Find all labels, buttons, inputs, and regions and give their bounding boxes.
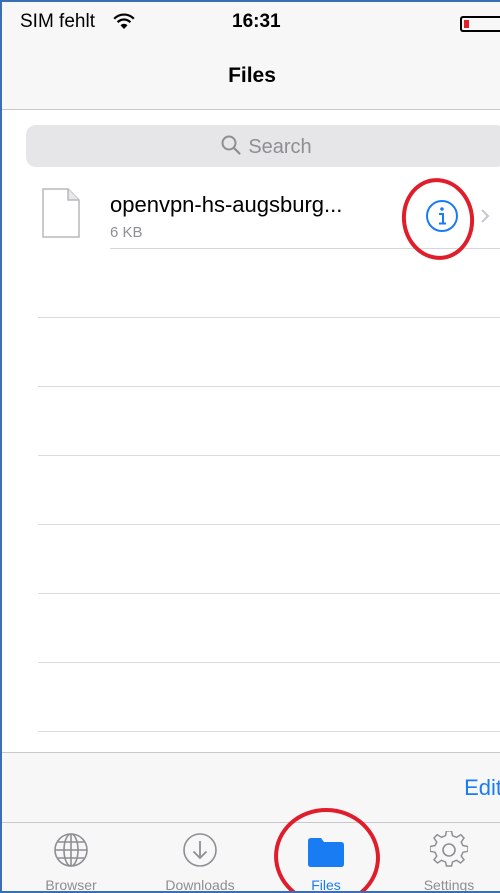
tab-settings[interactable]: Settings [394, 823, 500, 893]
tab-label: Settings [423, 877, 475, 893]
empty-row-separator [38, 455, 500, 456]
empty-row-separator [38, 662, 500, 663]
chevron-right-icon [481, 209, 490, 223]
globe-icon [54, 833, 88, 867]
tab-label: Browser [45, 877, 97, 893]
empty-row-separator [38, 593, 500, 594]
file-name: openvpn-hs-augsburg... [110, 192, 343, 217]
file-size: 6 KB [110, 224, 143, 241]
bottom-toolbar: Edit [2, 752, 500, 822]
navigation-bar: Files [2, 42, 500, 110]
page-title: Files [228, 64, 276, 87]
edit-button[interactable]: Edit [464, 775, 500, 801]
tab-label: Downloads [165, 877, 235, 893]
wifi-icon [113, 13, 135, 29]
empty-row-separator [38, 524, 500, 525]
search-placeholder: Search [248, 136, 312, 158]
status-bar: SIM fehlt 16:31 [2, 2, 500, 42]
gear-icon [430, 831, 468, 867]
download-icon [183, 833, 217, 867]
tab-downloads[interactable]: Downloads [145, 823, 255, 893]
search-icon [221, 135, 241, 155]
empty-row-separator [38, 386, 500, 387]
empty-row-separator [38, 317, 500, 318]
empty-row-separator [38, 731, 500, 732]
battery-icon [460, 16, 500, 32]
app-frame: SIM fehlt 16:31 Files Search openvpn-hs-… [0, 0, 500, 893]
tab-bar: Browser Downloads Files Settings [2, 822, 500, 893]
carrier-label: SIM fehlt [20, 11, 95, 32]
search-field[interactable]: Search [26, 125, 500, 167]
document-icon [42, 188, 80, 238]
clock: 16:31 [232, 11, 281, 32]
tab-browser[interactable]: Browser [16, 823, 126, 893]
